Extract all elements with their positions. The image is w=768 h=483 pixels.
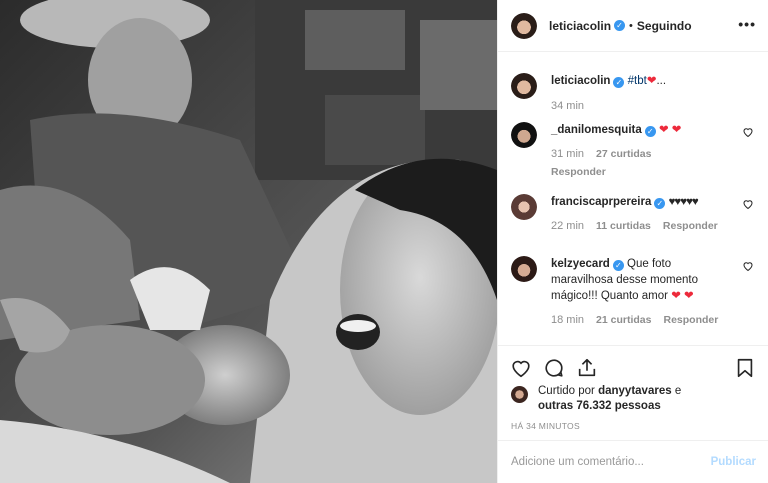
caption-avatar[interactable] [511,73,537,99]
likes-text: Curtido por danyytavares e outras 76.332… [538,384,756,414]
comment-reply-row: Responder [551,166,756,178]
follow-status-button[interactable]: Seguindo [637,19,692,33]
comment-item: _danilomesquita ✓ ❤ ❤ 31 min 27 curtidas … [511,122,756,178]
likes-prefix: Curtido por [538,385,595,397]
caption-body: leticiacolin ✓ #tbt❤... [551,73,756,89]
post-header: leticiacolin ✓ • Seguindo ••• [498,0,768,52]
comment-avatar[interactable] [511,256,537,282]
comment-body: franciscaprpereira ✓ ♥♥♥♥♥ [551,194,756,210]
add-comment-bar: Publicar [498,440,768,483]
comment-avatar[interactable] [511,122,537,148]
bookmark-icon[interactable] [734,357,756,379]
comment-time[interactable]: 22 min [551,220,584,232]
comment-time[interactable]: 18 min [551,314,584,326]
like-comment-icon[interactable] [742,126,754,138]
action-bar [498,345,768,385]
liker-avatar[interactable] [511,386,528,403]
like-comment-icon[interactable] [742,260,754,272]
comment-username[interactable]: _danilomesquita [551,124,642,136]
caption-time[interactable]: 34 min [551,100,584,112]
caption-meta: 34 min [551,100,756,112]
comment-item: kelzyecard ✓ Que foto maravilhosa desse m… [511,256,756,326]
likes-summary: Curtido por danyytavares e outras 76.332… [511,384,756,414]
comment-meta: 18 min 21 curtidas Responder [551,314,756,326]
publish-button[interactable]: Publicar [711,456,756,468]
like-icon[interactable] [510,357,532,379]
more-icon[interactable]: ••• [738,17,756,31]
comment-likes[interactable]: 11 curtidas [596,220,651,232]
comment-item: franciscaprpereira ✓ ♥♥♥♥♥ 22 min 11 curt… [511,194,756,232]
reply-button[interactable]: Responder [663,314,718,326]
comment-time[interactable]: 31 min [551,148,584,160]
comment-body: kelzyecard ✓ Que foto maravilhosa desse m… [551,256,756,304]
caption-ellipsis: ... [656,75,667,87]
reply-button[interactable]: Responder [551,166,606,178]
heart-emoji: ❤ ❤ [658,124,682,136]
add-comment-input[interactable] [511,456,711,468]
heart-emoji: ❤ ❤ [671,290,694,302]
caption-hashtag[interactable]: #tbt [628,75,647,87]
heart-emoji: ♥♥♥♥♥ [668,196,699,208]
caption: leticiacolin ✓ #tbt❤... 34 min [511,73,756,112]
comment-body: _danilomesquita ✓ ❤ ❤ [551,122,756,138]
comment-icon[interactable] [543,357,565,379]
post-photo[interactable] [0,0,497,483]
comment-avatar[interactable] [511,194,537,220]
comment-username[interactable]: franciscaprpereira [551,196,651,208]
share-icon[interactable] [576,357,598,379]
verified-icon: ✓ [614,20,626,31]
likes-middle: e [674,385,682,397]
verified-icon: ✓ [612,260,624,271]
comment-meta: 22 min 11 curtidas Responder [551,220,756,232]
caption-username[interactable]: leticiacolin [551,75,610,87]
comment-username[interactable]: kelzyecard [551,258,610,270]
author-username[interactable]: leticiacolin [549,19,611,33]
post-side-panel: leticiacolin ✓ • Seguindo ••• leticiacol… [497,0,768,483]
likes-others[interactable]: outras 76.332 pessoas [538,400,661,412]
like-comment-icon[interactable] [742,198,754,210]
comment-meta: 31 min 27 curtidas [551,148,756,160]
post-timestamp[interactable]: HÁ 34 MINUTOS [511,421,580,431]
author-avatar[interactable] [511,12,537,39]
verified-icon: ✓ [613,77,625,88]
verified-icon: ✓ [644,126,656,137]
verified-icon: ✓ [654,198,666,209]
post-image [0,0,497,483]
liker-username[interactable]: danyytavares [598,385,672,397]
separator-dot: • [629,19,633,32]
comment-likes[interactable]: 27 curtidas [596,148,651,160]
reply-button[interactable]: Responder [663,220,718,232]
comment-likes[interactable]: 21 curtidas [596,314,651,326]
comments-list: leticiacolin ✓ #tbt❤... 34 min _danilomes… [498,53,768,345]
